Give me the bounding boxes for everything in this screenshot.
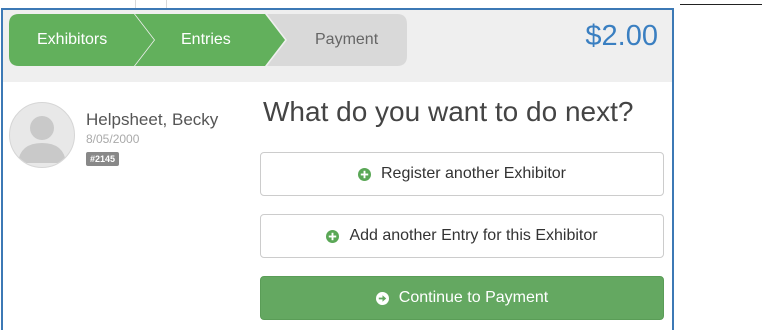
step-payment-label: Payment xyxy=(315,31,379,48)
register-exhibitor-button[interactable]: Register another Exhibitor xyxy=(260,152,664,196)
arrow-right-circle-icon xyxy=(375,291,389,305)
top-strip xyxy=(0,0,762,8)
continue-to-payment-button[interactable]: Continue to Payment xyxy=(260,276,664,320)
step-exhibitors-label: Exhibitors xyxy=(37,31,108,48)
step-entries-label: Entries xyxy=(181,31,231,48)
next-step-heading: What do you want to do next? xyxy=(263,96,634,127)
cart-total: $2.00 xyxy=(585,20,658,52)
header-bar: Exhibitors Entries Payment $2.00 xyxy=(3,10,672,82)
exhibitor-birthdate: 8/05/2000 xyxy=(86,132,140,146)
add-entry-label: Add another Entry for this Exhibitor xyxy=(349,227,598,244)
plus-circle-icon xyxy=(326,229,340,243)
register-exhibitor-label: Register another Exhibitor xyxy=(381,165,566,182)
add-entry-button[interactable]: Add another Entry for this Exhibitor xyxy=(260,214,664,258)
progress-steps: Exhibitors Entries Payment xyxy=(9,14,409,66)
checkout-frame: Exhibitors Entries Payment $2.00 Helpshe… xyxy=(1,8,674,330)
plus-circle-icon xyxy=(358,167,371,181)
top-tab-fragment xyxy=(135,0,167,8)
step-exhibitors[interactable]: Exhibitors xyxy=(9,14,154,66)
step-entries[interactable]: Entries xyxy=(135,14,285,66)
top-divider xyxy=(680,4,762,5)
exhibitor-name: Helpsheet, Becky xyxy=(86,110,219,129)
exhibitor-id-badge: #2145 xyxy=(86,152,120,166)
user-placeholder-icon xyxy=(9,102,75,168)
continue-to-payment-label: Continue to Payment xyxy=(398,289,549,306)
step-payment: Payment xyxy=(267,14,407,66)
